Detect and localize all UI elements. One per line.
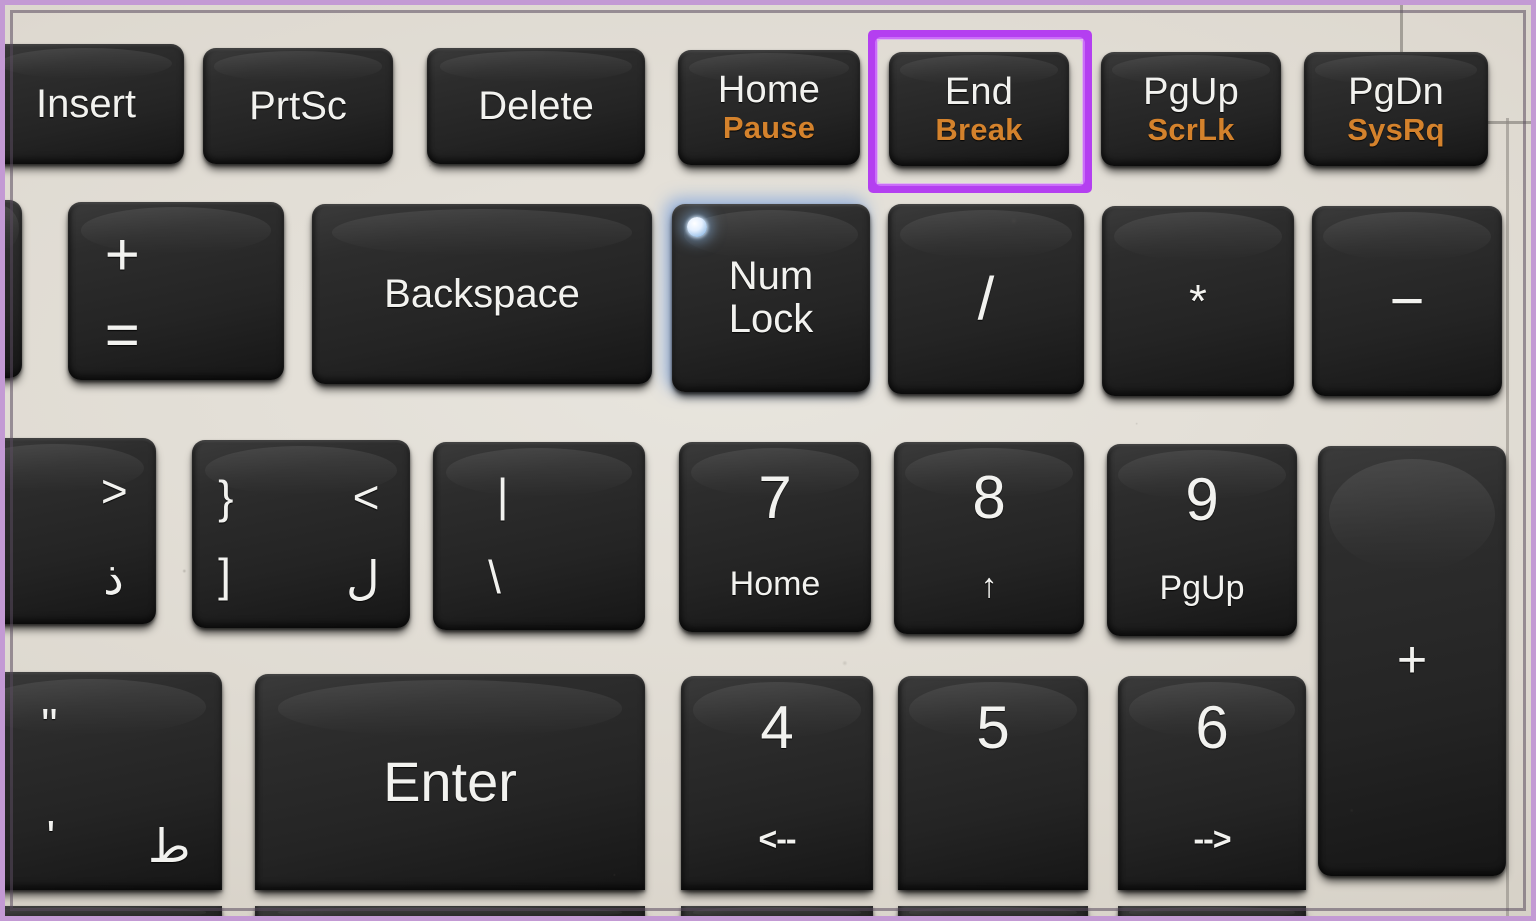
key-pgdn-label: PgDn (1348, 70, 1444, 113)
key-plus-equals[interactable]: + = (68, 202, 284, 380)
key-right-bracket-label: ] (218, 548, 231, 601)
key-pgup-scrlk[interactable]: PgUp ScrLk (1101, 52, 1281, 166)
key-partial-bottom-3[interactable] (681, 906, 873, 921)
key-prtsc-label: PrtSc (249, 83, 347, 128)
chassis-edge-right (1506, 118, 1509, 921)
key-arabic-lam-label: ل (346, 552, 380, 605)
key-break-label: Break (935, 111, 1023, 147)
key-right-brace-label: } (218, 471, 234, 524)
key-numpad-9-number: 9 (1185, 466, 1219, 533)
key-delete[interactable]: Delete (427, 48, 645, 164)
key-pipe-label: | (496, 469, 509, 522)
key-end-break[interactable]: End Break (889, 52, 1069, 166)
key-partial-bottom-4[interactable] (898, 906, 1088, 921)
key-numpad-add-label: + (1396, 631, 1428, 690)
key-slash-label: / (977, 265, 995, 333)
key-numpad-6-function: --> (1193, 821, 1232, 858)
key-pgup-label: PgUp (1143, 70, 1239, 113)
key-numpad-divide[interactable]: / (888, 204, 1084, 394)
key-home-pause[interactable]: Home Pause (678, 50, 860, 165)
key-numpad-5-number: 5 (976, 694, 1010, 761)
key-minus-label: − (1389, 267, 1425, 335)
key-backspace-label: Backspace (384, 271, 580, 316)
key-prtsc[interactable]: PrtSc (203, 48, 393, 164)
key-scrlk-label: ScrLk (1147, 111, 1235, 147)
key-numpad-9[interactable]: 9 PgUp (1107, 444, 1297, 636)
key-arabic-taa-label: ط (148, 819, 191, 872)
key-numpad-4[interactable]: 4 <-- (681, 676, 873, 890)
key-numpad-6-number: 6 (1195, 694, 1229, 761)
key-apostrophe-label: ' (46, 810, 56, 863)
key-partial-bottom-5[interactable] (1118, 906, 1306, 921)
key-numpad-7-number: 7 (758, 464, 792, 531)
key-enter[interactable]: Enter (255, 674, 645, 890)
key-numpad-subtract[interactable]: − (1312, 206, 1502, 396)
key-partial-bottom-1[interactable] (0, 906, 222, 921)
key-delete-label: Delete (478, 83, 594, 128)
key-gt-arabic[interactable]: > ذ (0, 438, 156, 624)
key-greater-than-label: > (100, 465, 128, 518)
key-numpad-8-number: 8 (972, 464, 1006, 531)
key-numpad-8-function: ↑ (980, 567, 998, 606)
key-numpad-5[interactable]: 5 (898, 676, 1088, 890)
key-enter-label: Enter (383, 750, 517, 814)
key-numpad-8[interactable]: 8 ↑ (894, 442, 1084, 634)
key-equals-label: = (104, 301, 140, 369)
key-insert-label: Insert (35, 81, 137, 126)
key-numpad-7-function: Home (729, 565, 821, 604)
key-numpad-6[interactable]: 6 --> (1118, 676, 1306, 890)
key-less-than-label: < (352, 471, 380, 524)
key-arabic-thal-label: ذ (103, 552, 124, 605)
key-pipe-backslash[interactable]: | \ (433, 442, 645, 630)
keyboard-photo: Insert PrtSc Delete Home Pause End Break… (0, 0, 1536, 921)
numlock-led-indicator (687, 217, 707, 237)
key-brackets-arabic[interactable]: } < ] ل (192, 440, 410, 628)
key-partial-left-row2[interactable] (0, 200, 22, 378)
key-numpad-4-function: <-- (758, 821, 797, 858)
key-quote-arabic[interactable]: " ' ط (0, 672, 222, 890)
key-numlock-line1: Num (728, 254, 814, 299)
key-sysrq-label: SysRq (1347, 111, 1445, 147)
key-numpad-4-number: 4 (760, 694, 794, 761)
key-numpad-7[interactable]: 7 Home (679, 442, 871, 632)
key-backslash-label: \ (488, 550, 501, 603)
key-double-quote-label: " (41, 699, 58, 752)
key-pause-label: Pause (722, 110, 816, 146)
key-plus-label: + (104, 220, 140, 288)
key-numpad-multiply[interactable]: * (1102, 206, 1294, 396)
key-end-label: End (944, 70, 1014, 113)
key-numpad-9-function: PgUp (1159, 569, 1245, 608)
key-numpad-add[interactable]: + (1318, 446, 1506, 876)
key-backspace[interactable]: Backspace (312, 204, 652, 384)
key-insert[interactable]: Insert (0, 44, 184, 164)
key-numlock-line2: Lock (728, 297, 814, 341)
key-pgdn-sysrq[interactable]: PgDn SysRq (1304, 52, 1488, 166)
key-asterisk-label: * (1189, 274, 1207, 327)
key-numlock[interactable]: Num Lock (672, 204, 870, 392)
key-partial-bottom-2[interactable] (255, 906, 645, 921)
key-home-label: Home (717, 69, 821, 112)
